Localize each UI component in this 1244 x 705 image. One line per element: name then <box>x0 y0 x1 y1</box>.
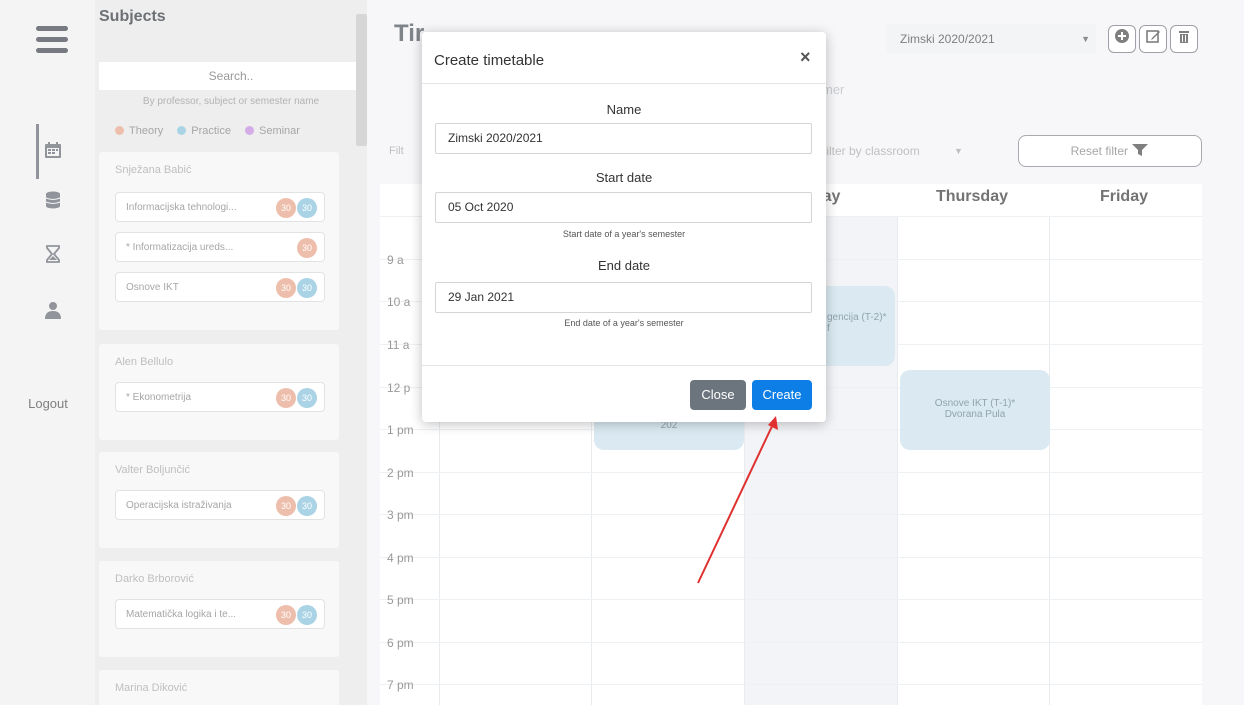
create-button[interactable]: Create <box>752 380 812 410</box>
name-label: Name <box>606 102 642 117</box>
close-button[interactable]: Close <box>690 380 746 410</box>
end-date-help: End date of a year's semester <box>564 318 684 328</box>
start-date-help: Start date of a year's semester <box>562 229 686 239</box>
close-icon[interactable]: × <box>800 47 811 68</box>
modal-title: Create timetable <box>434 52 545 69</box>
create-timetable-modal: Create timetable × Name Zimski 2020/2021… <box>422 32 826 422</box>
modal-header: Create timetable × <box>422 32 826 84</box>
start-date-label: Start date <box>595 170 653 185</box>
end-date-label: End date <box>597 258 651 273</box>
modal-footer-divider <box>422 365 826 366</box>
name-input[interactable]: Zimski 2020/2021 <box>435 123 812 154</box>
end-date-input[interactable]: 29 Jan 2021 <box>435 282 812 313</box>
start-date-input[interactable]: 05 Oct 2020 <box>435 192 812 223</box>
